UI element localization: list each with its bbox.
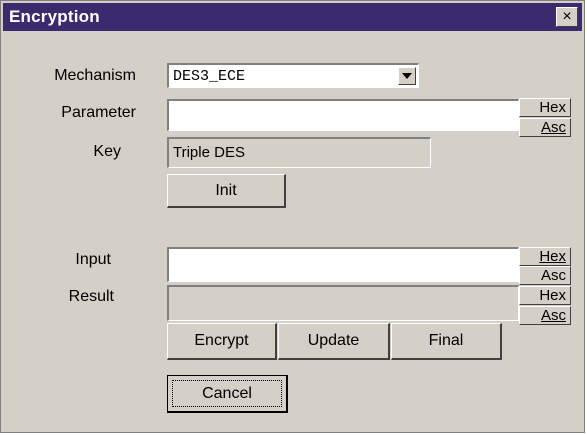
input-label: Input xyxy=(75,251,111,268)
init-button[interactable]: Init xyxy=(167,174,286,208)
mechanism-select[interactable]: DES3_ECE xyxy=(167,63,419,88)
chevron-down-icon xyxy=(402,73,412,79)
parameter-label: Parameter xyxy=(61,104,136,121)
parameter-asc-toggle[interactable]: Asc xyxy=(519,118,571,137)
key-value: Triple DES xyxy=(173,144,245,161)
mechanism-label: Mechanism xyxy=(54,67,136,84)
encrypt-button[interactable]: Encrypt xyxy=(167,323,277,360)
input-asc-toggle[interactable]: Asc xyxy=(519,266,571,285)
close-button[interactable]: × xyxy=(556,7,578,27)
update-button[interactable]: Update xyxy=(278,323,390,360)
close-icon: × xyxy=(562,8,572,25)
input-hex-toggle[interactable]: Hex xyxy=(519,247,571,266)
window-title: Encryption xyxy=(9,7,100,26)
parameter-hex-toggle[interactable]: Hex xyxy=(519,98,571,117)
parameter-input[interactable] xyxy=(167,99,519,131)
final-button[interactable]: Final xyxy=(391,323,502,360)
mechanism-dropdown-button[interactable] xyxy=(398,67,416,85)
key-field: Triple DES xyxy=(167,137,431,168)
title-bar[interactable]: Encryption × xyxy=(3,3,582,31)
key-label: Key xyxy=(93,143,121,160)
result-hex-toggle[interactable]: Hex xyxy=(519,286,571,305)
result-label: Result xyxy=(68,288,114,305)
input-field[interactable] xyxy=(167,247,519,282)
mechanism-selected-value: DES3_ECE xyxy=(173,68,246,85)
focus-rectangle xyxy=(172,380,282,407)
result-asc-toggle[interactable]: Asc xyxy=(519,306,571,325)
result-field xyxy=(167,285,519,321)
encryption-dialog: Encryption × Mechanism DES3_ECE Paramete… xyxy=(0,0,585,433)
cancel-button[interactable]: Cancel xyxy=(167,375,288,413)
